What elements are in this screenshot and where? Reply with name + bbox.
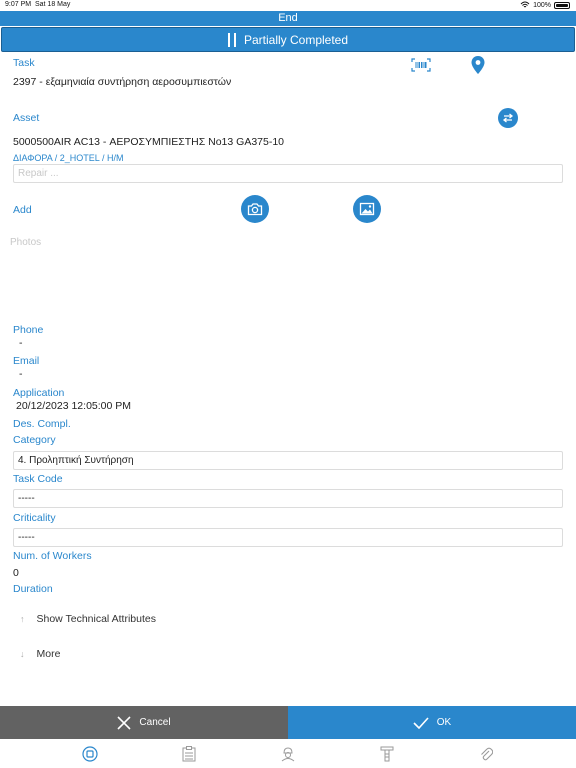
workers-value: 0 xyxy=(13,567,19,579)
cancel-button[interactable]: Cancel xyxy=(0,706,288,739)
footer-actions: Cancel OK xyxy=(0,706,576,739)
checklist-icon[interactable] xyxy=(180,745,198,763)
asset-value: 5000500AIR AC13 - ΑΕΡΟΣΥΜΠΙΕΣΤΗΣ Νο13 GA… xyxy=(13,136,285,148)
attachment-icon[interactable] xyxy=(477,745,495,763)
asset-label: Asset xyxy=(13,112,40,124)
phone-value: - xyxy=(19,337,23,349)
end-button[interactable]: End xyxy=(0,11,576,26)
more-label: More xyxy=(36,648,61,660)
ok-button[interactable]: OK xyxy=(288,706,576,739)
email-label: Email xyxy=(13,355,40,367)
arrow-down-icon: ↓ xyxy=(20,649,25,659)
task-code-field[interactable]: ----- xyxy=(13,489,563,508)
status-time-date: 9:07 PM Sat 18 May xyxy=(5,1,70,8)
workers-label: Num. of Workers xyxy=(13,550,92,562)
add-label: Add xyxy=(13,204,32,216)
tools-icon[interactable] xyxy=(378,745,396,763)
close-icon xyxy=(117,715,131,730)
swap-icon[interactable] xyxy=(498,108,518,128)
status-button[interactable]: Partially Completed xyxy=(1,27,575,52)
category-label: Category xyxy=(13,434,56,446)
battery-percent: 100% xyxy=(533,1,551,9)
status-right: 100% xyxy=(520,1,570,9)
application-value: 20/12/2023 12:05:00 PM xyxy=(16,400,132,412)
show-technical-attributes-button[interactable]: ↑ Show Technical Attributes xyxy=(20,613,156,625)
category-field[interactable]: 4. Προληπτική Συντήρηση xyxy=(13,451,563,470)
image-icon[interactable] xyxy=(353,195,381,223)
pause-icon xyxy=(227,32,236,47)
arrow-up-icon: ↑ xyxy=(20,614,25,624)
bottom-tab-bar xyxy=(0,739,576,768)
status-time: 9:07 PM xyxy=(5,1,32,8)
des-compl-label: Des. Compl. xyxy=(13,418,71,430)
criticality-label: Criticality xyxy=(13,512,56,524)
barcode-icon[interactable] xyxy=(411,58,431,77)
ok-label: OK xyxy=(436,717,452,728)
task-label: Task xyxy=(13,57,35,69)
task-code-label: Task Code xyxy=(13,473,63,485)
application-label: Application xyxy=(13,387,65,399)
camera-icon[interactable] xyxy=(241,195,269,223)
task-value: 2397 - εξαμηνιαία συντήρηση αεροσυμπιεστ… xyxy=(13,76,232,88)
wifi-icon xyxy=(520,1,530,8)
show-technical-attributes-label: Show Technical Attributes xyxy=(36,613,156,625)
duration-label: Duration xyxy=(13,583,53,595)
status-date: Sat 18 May xyxy=(34,1,71,8)
location-pin-icon[interactable] xyxy=(470,55,486,80)
system-status-bar: 9:07 PM Sat 18 May 100% xyxy=(0,0,576,11)
cancel-label: Cancel xyxy=(139,717,171,728)
status-label: Partially Completed xyxy=(243,32,349,47)
worker-icon[interactable] xyxy=(279,745,297,763)
asset-path: ΔΙΑΦΟΡΑ / 2_HOTEL / Η/Μ xyxy=(13,153,124,163)
email-value: - xyxy=(19,368,23,380)
criticality-field[interactable]: ----- xyxy=(13,528,563,547)
more-button[interactable]: ↓ More xyxy=(20,648,60,660)
battery-icon xyxy=(554,1,570,9)
repair-field[interactable]: Repair ... xyxy=(13,164,563,183)
photos-label: Photos xyxy=(10,237,42,248)
home-icon[interactable] xyxy=(81,745,99,763)
phone-label: Phone xyxy=(13,324,44,336)
checkmark-icon xyxy=(413,716,429,729)
